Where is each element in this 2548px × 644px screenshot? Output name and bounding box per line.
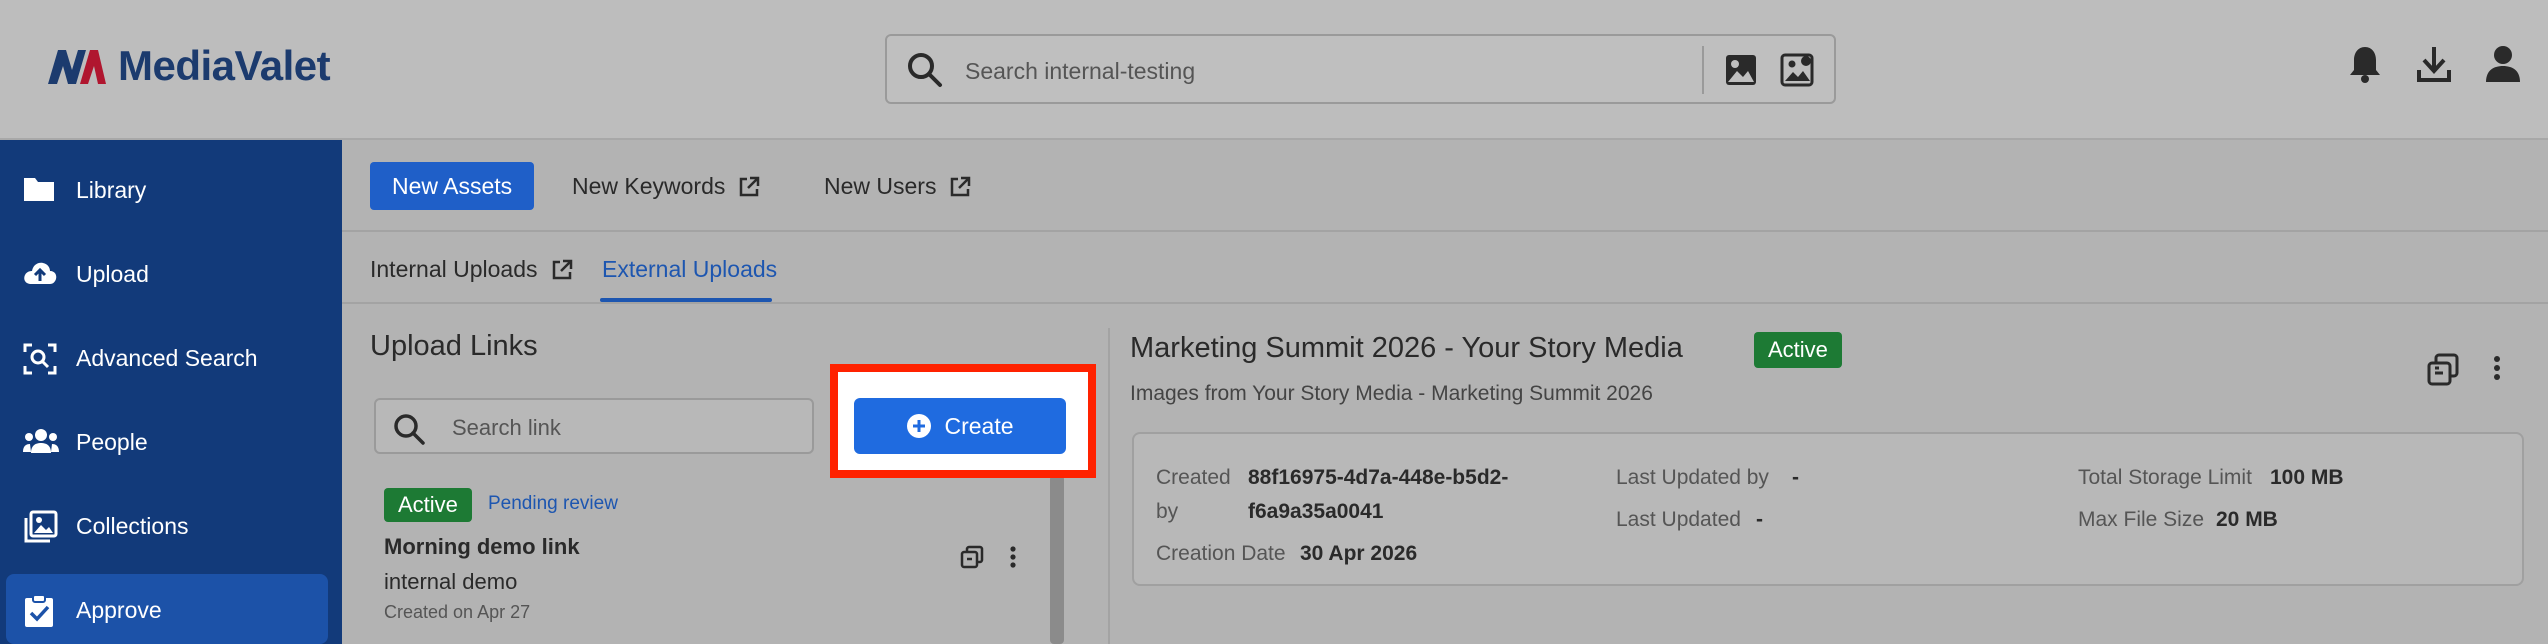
external-link-icon [552,259,572,279]
sidebar-item-label: Approve [76,597,162,623]
folder-icon [24,178,54,201]
advanced-search-icon [23,343,57,375]
copy-link-icon[interactable] [2426,353,2460,387]
logo-text: MediaValet [118,42,331,89]
more-options-icon[interactable] [1008,545,1018,569]
new-users-label: New Users [824,173,937,199]
create-link-button[interactable]: Create [854,398,1066,454]
sidebar-item-collections[interactable]: Collections [0,490,342,560]
new-keywords-link[interactable]: New Keywords [572,173,761,200]
app-header: MediaValet Search internal-testing [0,0,2548,140]
panel-divider [1108,328,1110,644]
upload-type-bar: New Assets New Keywords New Users [342,140,2548,232]
creation-date-label: Creation Date [1156,542,1286,565]
upload-links-title: Upload Links [370,330,538,362]
search-icon [908,53,942,87]
last-updated-by-value: - [1792,466,1799,489]
new-users-link[interactable]: New Users [824,173,972,200]
created-by-value-cont: f6a9a35a0041 [1248,500,1384,523]
link-search-input[interactable]: Search link [452,415,561,441]
bell-icon[interactable] [2348,44,2382,84]
new-assets-button[interactable]: New Assets [370,162,535,210]
plus-circle-icon [907,414,932,438]
upload-tabs: Internal Uploads External Uploads [342,232,2548,304]
status-badge: Active [384,488,472,522]
active-tab-indicator [600,298,772,302]
user-account-icon[interactable] [2484,44,2522,84]
link-info-card: Created by 88f16975-4d7a-448e-b5d2- f6a9… [1132,432,2524,586]
image-search-icon[interactable] [1723,52,1759,88]
last-updated-value: - [1756,508,1763,531]
sidebar-item-library[interactable]: Library [0,154,342,224]
create-button-label: Create [944,412,1014,439]
new-keywords-label: New Keywords [572,173,726,199]
mediavalet-logo[interactable]: MediaValet [46,42,331,90]
review-status: Pending review [488,493,618,514]
sidebar: Library Upload Advanced Search People Co… [0,140,342,644]
created-by-label: Created [1156,466,1231,489]
cloud-upload-icon [24,262,57,284]
sidebar-item-upload[interactable]: Upload [0,238,342,308]
total-storage-label: Total Storage Limit [2078,466,2252,489]
global-search[interactable]: Search internal-testing [885,34,1836,104]
created-by-value: 88f16975-4d7a-448e-b5d2- [1248,466,1509,489]
sidebar-item-label: People [76,429,148,455]
download-icon[interactable] [2416,44,2452,84]
tab-external-uploads[interactable]: External Uploads [602,256,777,283]
tab-label: Internal Uploads [370,256,538,282]
link-subtitle: internal demo [384,569,518,594]
creation-date-value: 30 Apr 2026 [1300,542,1418,565]
last-updated-by-label: Last Updated by [1616,466,1769,489]
sidebar-item-people[interactable]: People [0,406,342,476]
link-detail-title: Marketing Summit 2026 - Your Story Media [1130,332,1683,364]
sidebar-item-label: Upload [76,261,149,287]
similar-image-search-icon[interactable] [1779,52,1815,88]
people-icon [23,429,59,453]
search-divider [1702,46,1704,94]
search-icon [394,414,425,445]
link-title[interactable]: Morning demo link [384,534,580,560]
max-file-size-label: Max File Size [2078,508,2205,531]
sidebar-item-advanced-search[interactable]: Advanced Search [0,322,342,392]
main-content: New Assets New Keywords New Users Intern… [342,140,2548,644]
logo-mark-icon [48,50,106,84]
sidebar-item-label: Library [76,177,147,203]
copy-link-icon[interactable] [960,545,984,569]
list-scrollbar[interactable] [1050,475,1064,644]
link-created-date: Created on Apr 27 [384,602,531,622]
detail-status-badge: Active [1754,332,1842,368]
total-storage-value: 100 MB [2270,466,2344,489]
link-search-field[interactable]: Search link [374,398,814,454]
collections-icon [24,510,58,543]
sidebar-item-label: Advanced Search [76,345,258,371]
last-updated-label: Last Updated [1616,508,1741,531]
external-link-icon [740,176,760,196]
more-options-icon[interactable] [2492,354,2502,382]
search-input[interactable]: Search internal-testing [965,58,1195,85]
created-by-label-cont: by [1156,500,1179,523]
sidebar-item-approve[interactable]: Approve [6,574,328,644]
clipboard-check-icon [25,594,53,627]
tab-internal-uploads[interactable]: Internal Uploads [370,256,574,283]
max-file-size-value: 20 MB [2216,508,2278,531]
sidebar-item-label: Collections [76,513,189,539]
tab-label: External Uploads [602,256,778,282]
external-link-icon [951,176,971,196]
link-detail-description: Images from Your Story Media - Marketing… [1130,382,1653,405]
